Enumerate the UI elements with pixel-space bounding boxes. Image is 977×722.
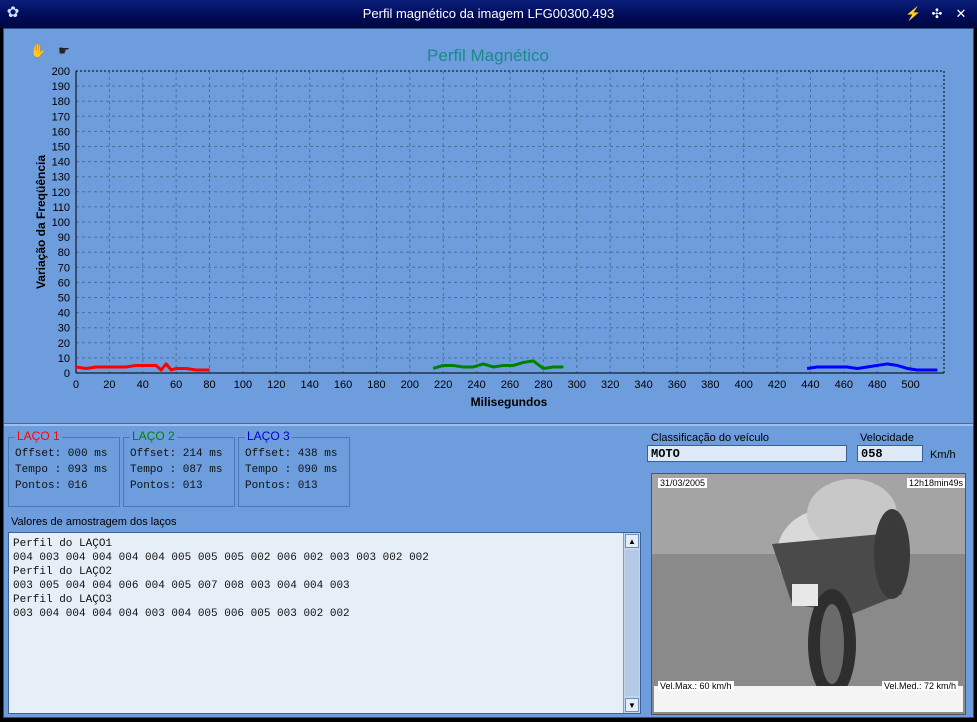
- y-tick-label: 80: [58, 247, 70, 259]
- sample-line: 003 005 004 004 006 004 005 007 008 003 …: [13, 580, 350, 592]
- x-tick-label: 260: [501, 379, 519, 391]
- scroll-thumb[interactable]: [625, 550, 639, 696]
- sample-line: Perfil do LAÇO3: [13, 594, 113, 606]
- title-bar: ✿ Perfil magnético da imagem LFG00300.49…: [0, 0, 977, 28]
- x-tick-label: 60: [170, 379, 182, 391]
- loop-tempo: Tempo : 090 ms: [245, 464, 338, 476]
- motorcycle-image: [652, 474, 965, 714]
- x-tick-label: 180: [367, 379, 385, 391]
- scroll-down-icon[interactable]: ▼: [625, 698, 639, 712]
- y-tick-label: 110: [52, 202, 70, 214]
- loop-title: LAÇO 1: [15, 429, 62, 443]
- y-tick-label: 140: [52, 157, 70, 169]
- y-tick-label: 190: [52, 81, 70, 93]
- loop-tempo: Tempo : 087 ms: [130, 464, 223, 476]
- x-tick-label: 220: [434, 379, 452, 391]
- y-tick-label: 180: [52, 96, 70, 108]
- speed-unit: Km/h: [930, 449, 956, 461]
- x-tick-label: 160: [334, 379, 352, 391]
- loop-pontos: Pontos: 013: [245, 480, 318, 492]
- x-tick-label: 440: [801, 379, 819, 391]
- photo-velmed: Vel.Med.: 72 km/h: [882, 681, 959, 691]
- y-tick-label: 130: [52, 172, 70, 184]
- y-tick-label: 170: [52, 111, 70, 123]
- x-tick-label: 300: [568, 379, 586, 391]
- y-tick-label: 200: [52, 66, 70, 78]
- y-tick-label: 90: [58, 232, 70, 244]
- x-tick-label: 140: [301, 379, 319, 391]
- x-tick-label: 400: [735, 379, 753, 391]
- x-tick-label: 480: [868, 379, 886, 391]
- sample-line: 004 003 004 004 004 004 005 005 005 002 …: [13, 552, 429, 564]
- scroll-up-icon[interactable]: ▲: [625, 534, 639, 548]
- vertical-scrollbar[interactable]: ▲ ▼: [623, 533, 640, 713]
- x-tick-label: 460: [835, 379, 853, 391]
- sample-line: 003 004 004 004 004 003 004 005 006 005 …: [13, 608, 350, 620]
- speed-field[interactable]: 058: [857, 445, 923, 462]
- loop-title: LAÇO 2: [130, 429, 177, 443]
- x-tick-label: 40: [137, 379, 149, 391]
- loop-title: LAÇO 3: [245, 429, 292, 443]
- x-tick-label: 0: [73, 379, 79, 391]
- x-tick-label: 120: [267, 379, 285, 391]
- loop-offset: Offset: 438 ms: [245, 448, 338, 460]
- loop-pontos: Pontos: 016: [15, 480, 88, 492]
- classification-field[interactable]: MOTO: [647, 445, 847, 462]
- y-tick-label: 0: [64, 368, 70, 380]
- x-tick-label: 200: [401, 379, 419, 391]
- y-tick-label: 150: [52, 142, 70, 154]
- classification-label: Classificação do veículo: [651, 432, 770, 444]
- x-tick-label: 500: [901, 379, 919, 391]
- magnetic-profile-chart: Perfil Magnético Variação da Freqüência …: [34, 46, 945, 409]
- main-panel: ✋ ☛ Perfil Magnético Variação da Freqüên…: [3, 28, 974, 718]
- loop-box-1: LAÇO 1 Offset: 000 ms Tempo : 093 ms Pontos…: [8, 429, 120, 507]
- photo-velmax: Vel.Max.: 60 km/h: [658, 681, 734, 691]
- y-tick-label: 40: [58, 308, 70, 320]
- x-tick-label: 380: [701, 379, 719, 391]
- y-axis-label: Variação da Freqüência: [34, 155, 48, 289]
- restore-icon[interactable]: ✣: [929, 6, 945, 22]
- loop-tempo: Tempo : 093 ms: [15, 464, 108, 476]
- x-tick-label: 280: [534, 379, 552, 391]
- photo-date: 31/03/2005: [658, 478, 708, 488]
- x-tick-label: 100: [234, 379, 252, 391]
- y-tick-label: 120: [52, 187, 70, 199]
- y-tick-label: 30: [58, 323, 70, 335]
- x-tick-label: 80: [203, 379, 215, 391]
- y-tick-label: 160: [52, 126, 70, 138]
- x-tick-label: 20: [103, 379, 115, 391]
- loop-box-2: LAÇO 2 Offset: 214 ms Tempo : 087 ms Pontos…: [123, 429, 235, 507]
- y-tick-label: 50: [58, 293, 70, 305]
- pin-icon[interactable]: ⚡: [905, 6, 921, 22]
- samples-text: Perfil do LAÇO1 004 003 004 004 004 004 0…: [13, 537, 429, 621]
- loop-offset: Offset: 214 ms: [130, 448, 223, 460]
- close-icon[interactable]: ✕: [953, 6, 969, 22]
- chart-title: Perfil Magnético: [427, 46, 549, 65]
- samples-label: Valores de amostragem dos laços: [11, 516, 177, 528]
- vehicle-photo: 31/03/2005 12h18min49s Vel.Max.: 60 km/h…: [651, 473, 966, 715]
- photo-time: 12h18min49s: [907, 478, 965, 488]
- speed-label: Velocidade: [860, 432, 914, 444]
- loop-offset: Offset: 000 ms: [15, 448, 108, 460]
- loop-box-3: LAÇO 3 Offset: 438 ms Tempo : 090 ms Pontos…: [238, 429, 350, 507]
- x-tick-label: 360: [668, 379, 686, 391]
- sample-line: Perfil do LAÇO2: [13, 566, 113, 578]
- window-title: Perfil magnético da imagem LFG00300.493: [362, 6, 615, 21]
- x-tick-label: 240: [467, 379, 485, 391]
- loop-pontos: Pontos: 013: [130, 480, 203, 492]
- x-axis-label: Milisegundos: [471, 395, 548, 409]
- samples-textarea[interactable]: Perfil do LAÇO1 004 003 004 004 004 004 0…: [8, 532, 641, 714]
- y-tick-label: 70: [58, 262, 70, 274]
- y-tick-label: 60: [58, 277, 70, 289]
- x-tick-label: 420: [768, 379, 786, 391]
- x-tick-label: 320: [601, 379, 619, 391]
- y-tick-label: 10: [58, 353, 70, 365]
- section-divider: [4, 423, 973, 426]
- sample-line: Perfil do LAÇO1: [13, 538, 113, 550]
- y-tick-label: 20: [58, 338, 70, 350]
- x-tick-label: 340: [634, 379, 652, 391]
- y-tick-label: 100: [52, 217, 70, 229]
